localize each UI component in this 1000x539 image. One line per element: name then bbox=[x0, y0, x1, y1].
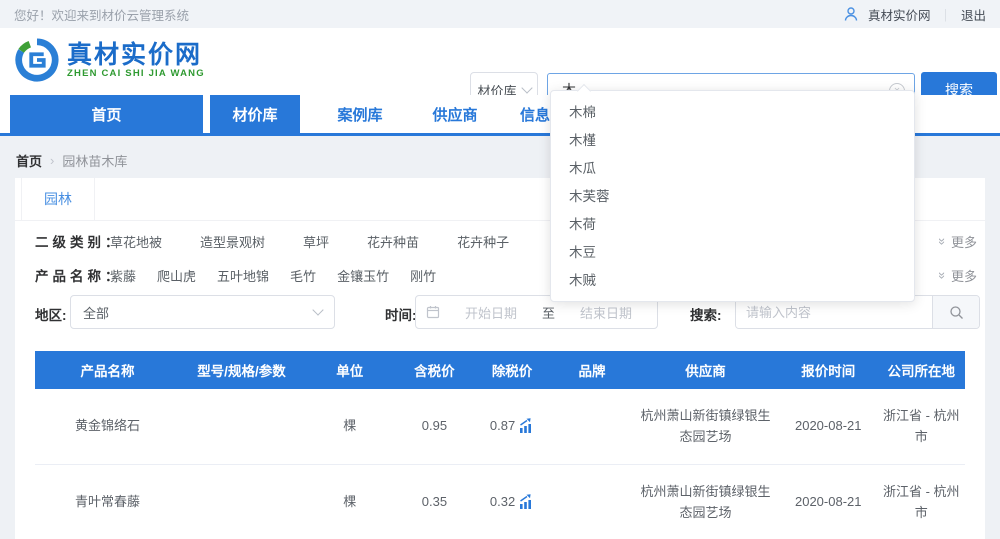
topbar-right: 真材实价网 ｜ 退出 bbox=[843, 5, 986, 24]
start-date-placeholder[interactable]: 开始日期 bbox=[450, 303, 532, 322]
cell-quote-date: 2020-08-21 bbox=[779, 492, 878, 513]
double-chevron-down-icon: » bbox=[935, 271, 950, 278]
category-item[interactable]: 草坪 bbox=[303, 232, 329, 251]
breadcrumb-current: 园林苗木库 bbox=[62, 151, 127, 170]
header-brand: 品牌 bbox=[552, 360, 632, 380]
cell-supplier: 杭州萧山新街镇绿银生态园艺场 bbox=[632, 482, 779, 524]
logout-link[interactable]: 退出 bbox=[961, 5, 986, 24]
suggestion-item[interactable]: 木贼 bbox=[551, 267, 914, 295]
header-price-tax: 含税价 bbox=[397, 360, 472, 380]
cell-product-name: 黄金锦络石 bbox=[35, 416, 180, 437]
calendar-icon bbox=[426, 305, 440, 319]
logo[interactable]: 真材实价网 ZHEN CAI SHI JIA WANG bbox=[14, 37, 205, 83]
table-header: 产品名称 型号/规格/参数 单位 含税价 除税价 品牌 供应商 报价时间 公司所… bbox=[35, 351, 965, 389]
cell-company-location: 浙江省 - 杭州市 bbox=[878, 482, 965, 524]
page: 您好！欢迎来到材价云管理系统 真材实价网 ｜ 退出 bbox=[0, 0, 1000, 539]
user-icon bbox=[843, 6, 859, 22]
price-no-tax-value: 0.87 bbox=[490, 416, 515, 437]
category-item[interactable]: 草花地被 bbox=[110, 232, 162, 251]
double-chevron-down-icon: » bbox=[935, 237, 950, 244]
product-item[interactable]: 刚竹 bbox=[410, 266, 436, 285]
cell-supplier: 杭州萧山新街镇绿银生态园艺场 bbox=[632, 406, 779, 448]
site-home-link[interactable]: 真材实价网 bbox=[868, 5, 931, 24]
cell-unit: 棵 bbox=[303, 416, 397, 437]
nav-item-home[interactable]: 首页 bbox=[10, 95, 203, 133]
breadcrumb: 首页 › 园林苗木库 bbox=[16, 151, 127, 170]
keyword-label: 搜索: bbox=[690, 304, 722, 324]
header-company-location: 公司所在地 bbox=[878, 360, 965, 380]
price-trend-chart-icon[interactable] bbox=[518, 418, 534, 434]
suggestion-item[interactable]: 木芙蓉 bbox=[551, 183, 914, 211]
price-no-tax-value: 0.32 bbox=[490, 492, 515, 513]
logo-text: 真材实价网 ZHEN CAI SHI JIA WANG bbox=[67, 42, 205, 79]
suggestion-item[interactable]: 木荷 bbox=[551, 211, 914, 239]
logo-icon bbox=[14, 37, 60, 83]
cell-price-tax: 0.95 bbox=[397, 416, 472, 437]
cell-product-name: 青叶常春藤 bbox=[35, 492, 180, 513]
category-more-button[interactable]: » 更多 bbox=[939, 232, 977, 251]
date-range-to: 至 bbox=[542, 303, 555, 322]
category-item[interactable]: 造型景观树 bbox=[200, 232, 265, 251]
chevron-down-icon bbox=[312, 304, 323, 315]
product-item[interactable]: 毛竹 bbox=[290, 266, 316, 285]
header-quote-date: 报价时间 bbox=[779, 360, 878, 380]
suggestion-item[interactable]: 木瓜 bbox=[551, 155, 914, 183]
breadcrumb-home[interactable]: 首页 bbox=[16, 151, 42, 170]
header-product-name: 产品名称 bbox=[35, 360, 180, 380]
category-item[interactable]: 花卉种子 bbox=[457, 232, 509, 251]
price-table: 产品名称 型号/规格/参数 单位 含税价 除税价 品牌 供应商 报价时间 公司所… bbox=[35, 351, 965, 539]
table-row[interactable]: 青叶常春藤 棵 0.35 0.32 bbox=[35, 465, 965, 539]
suggestion-item[interactable]: 木豆 bbox=[551, 239, 914, 267]
header-spec: 型号/规格/参数 bbox=[180, 360, 303, 380]
logo-subtitle: ZHEN CAI SHI JIA WANG bbox=[67, 68, 205, 79]
header: 真材实价网 ZHEN CAI SHI JIA WANG 材价库 ✕ 搜索 bbox=[0, 28, 1000, 95]
product-item[interactable]: 紫藤 bbox=[110, 266, 136, 285]
product-item[interactable]: 五叶地锦 bbox=[217, 266, 269, 285]
logo-title: 真材实价网 bbox=[67, 42, 205, 68]
breadcrumb-separator: › bbox=[50, 153, 54, 168]
topbar: 您好！欢迎来到材价云管理系统 真材实价网 ｜ 退出 bbox=[0, 0, 1000, 28]
nav-item-price-library[interactable]: 材价库 bbox=[210, 95, 300, 133]
cell-quote-date: 2020-08-21 bbox=[779, 416, 878, 437]
category-item[interactable]: 花卉种苗 bbox=[367, 232, 419, 251]
cell-company-location: 浙江省 - 杭州市 bbox=[878, 406, 965, 448]
header-unit: 单位 bbox=[303, 360, 397, 380]
cell-price-tax: 0.35 bbox=[397, 492, 472, 513]
product-filter-items: 紫藤 爬山虎 五叶地锦 毛竹 金镶玉竹 刚竹 bbox=[110, 266, 436, 285]
cell-price-no-tax: 0.32 bbox=[472, 492, 552, 513]
product-item[interactable]: 爬山虎 bbox=[157, 266, 196, 285]
search-suggestions-dropdown: 木棉 木槿 木瓜 木芙蓉 木荷 木豆 木贼 bbox=[550, 90, 915, 302]
table-row[interactable]: 黄金锦络石 棵 0.95 0.87 bbox=[35, 389, 965, 465]
category-more-label: 更多 bbox=[951, 232, 977, 251]
keyword-search-button[interactable] bbox=[932, 296, 979, 328]
chevron-down-icon bbox=[521, 82, 532, 93]
topbar-divider: ｜ bbox=[939, 5, 952, 24]
cell-price-no-tax: 0.87 bbox=[472, 416, 552, 437]
region-select[interactable]: 全部 bbox=[70, 295, 335, 329]
nav-item-case-library[interactable]: 案例库 bbox=[315, 95, 405, 133]
region-label: 地区: bbox=[35, 304, 67, 324]
category-filter-items: 草花地被 造型景观树 草坪 花卉种苗 花卉种子 bbox=[110, 232, 509, 251]
end-date-placeholder[interactable]: 结束日期 bbox=[565, 303, 647, 322]
time-label: 时间: bbox=[385, 304, 417, 324]
suggestion-item[interactable]: 木槿 bbox=[551, 127, 914, 155]
price-trend-chart-icon[interactable] bbox=[518, 494, 534, 510]
header-price-no-tax: 除税价 bbox=[472, 360, 552, 380]
suggestion-item[interactable]: 木棉 bbox=[551, 99, 914, 127]
product-item[interactable]: 金镶玉竹 bbox=[337, 266, 389, 285]
cell-unit: 棵 bbox=[303, 492, 397, 513]
header-supplier: 供应商 bbox=[632, 360, 779, 380]
welcome-text: 您好！欢迎来到材价云管理系统 bbox=[14, 5, 189, 24]
magnifier-icon bbox=[949, 305, 964, 320]
product-more-label: 更多 bbox=[951, 266, 977, 285]
tab-garden[interactable]: 园林 bbox=[21, 178, 95, 220]
product-more-button[interactable]: » 更多 bbox=[939, 266, 977, 285]
region-value: 全部 bbox=[83, 303, 109, 322]
nav-item-suppliers[interactable]: 供应商 bbox=[410, 95, 500, 133]
